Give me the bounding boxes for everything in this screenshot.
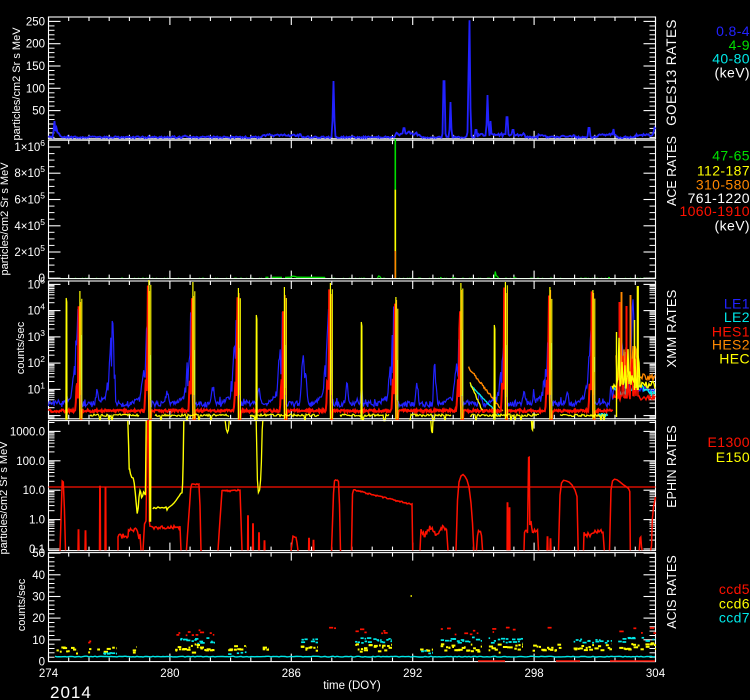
svg-text:10: 10 — [32, 635, 45, 647]
svg-text:150: 150 — [26, 61, 45, 73]
svg-text:0: 0 — [39, 657, 45, 669]
svg-text:ACE RATES: ACE RATES — [665, 136, 679, 206]
svg-text:E1300: E1300 — [708, 434, 750, 450]
svg-text:(keV): (keV) — [715, 218, 750, 234]
svg-text:particles/cm2 Sr s MeV: particles/cm2 Sr s MeV — [0, 441, 10, 555]
svg-text:GOES13 RATES: GOES13 RATES — [664, 19, 679, 126]
svg-text:100.0: 100.0 — [16, 456, 45, 468]
svg-text:1.0: 1.0 — [29, 515, 45, 527]
svg-text:E150: E150 — [716, 449, 750, 465]
svg-text:counts/sec: counts/sec — [15, 321, 27, 374]
svg-text:286: 286 — [282, 668, 301, 680]
svg-text:30: 30 — [32, 592, 45, 604]
svg-text:50: 50 — [32, 106, 45, 118]
svg-text:time (DOY): time (DOY) — [323, 680, 381, 692]
svg-text:ccd7: ccd7 — [719, 610, 750, 626]
svg-text:EPHIN RATES: EPHIN RATES — [665, 425, 679, 507]
svg-text:298: 298 — [525, 668, 544, 680]
svg-text:274: 274 — [39, 668, 59, 680]
svg-text:XMM RATES: XMM RATES — [664, 289, 679, 367]
svg-text:particles/cm2 Sr s MeV: particles/cm2 Sr s MeV — [11, 27, 23, 141]
svg-text:250: 250 — [26, 16, 45, 28]
svg-text:292: 292 — [403, 668, 422, 680]
svg-text:304: 304 — [646, 668, 666, 680]
svg-text:particles/cm2 Sr s MeV: particles/cm2 Sr s MeV — [0, 162, 11, 276]
svg-text:(keV): (keV) — [715, 65, 750, 81]
svg-text:10.0: 10.0 — [23, 485, 45, 497]
svg-text:1000.0: 1000.0 — [10, 426, 45, 438]
svg-text:47-65: 47-65 — [712, 148, 750, 164]
svg-text:100: 100 — [26, 83, 45, 95]
svg-text:280: 280 — [160, 668, 179, 680]
svg-text:20: 20 — [32, 613, 45, 625]
svg-text:200: 200 — [26, 39, 45, 51]
svg-text:40: 40 — [32, 570, 45, 582]
svg-text:ACIS RATES: ACIS RATES — [665, 555, 679, 628]
svg-text:HEC: HEC — [719, 351, 750, 367]
svg-text:counts/sec: counts/sec — [16, 578, 28, 631]
svg-text:50: 50 — [32, 548, 45, 560]
svg-text:2014: 2014 — [50, 683, 92, 700]
